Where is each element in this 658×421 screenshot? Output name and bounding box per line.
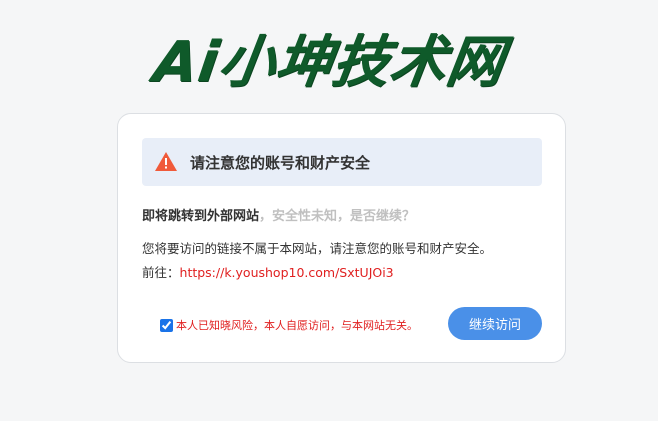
risk-consent-label: 本人已知晓风险，本人自愿访问，与本网站无关。 <box>176 319 418 332</box>
redirect-description: 您将要访问的链接不属于本网站，请注意您的账号和财产安全。 <box>142 241 493 256</box>
redirect-warning-card: 请注意您的账号和财产安全 即将跳转到外部网站，安全性未知，是否继续？ 您将要访问… <box>117 113 566 363</box>
target-line: 前往：https://k.youshop10.com/SxtUJOi3 <box>142 262 394 281</box>
alert-message: 请注意您的账号和财产安全 <box>190 153 371 172</box>
warning-triangle-icon <box>155 152 177 171</box>
risk-consent-checkbox[interactable] <box>160 318 173 332</box>
redirect-headline: 即将跳转到外部网站，安全性未知，是否继续？ <box>142 205 415 224</box>
headline-muted: ，安全性未知，是否继续？ <box>259 209 416 224</box>
target-label: 前往： <box>142 265 180 280</box>
headline-strong: 即将跳转到外部网站 <box>142 209 260 224</box>
target-url-link[interactable]: https://k.youshop10.com/SxtUJOi3 <box>180 265 394 280</box>
security-alert-banner: 请注意您的账号和财产安全 <box>142 138 542 186</box>
risk-consent[interactable]: 本人已知晓风险，本人自愿访问，与本网站无关。 <box>160 317 418 333</box>
continue-button[interactable]: 继续访问 <box>448 307 542 340</box>
site-logo: Ai小坤技术网 <box>149 30 509 95</box>
